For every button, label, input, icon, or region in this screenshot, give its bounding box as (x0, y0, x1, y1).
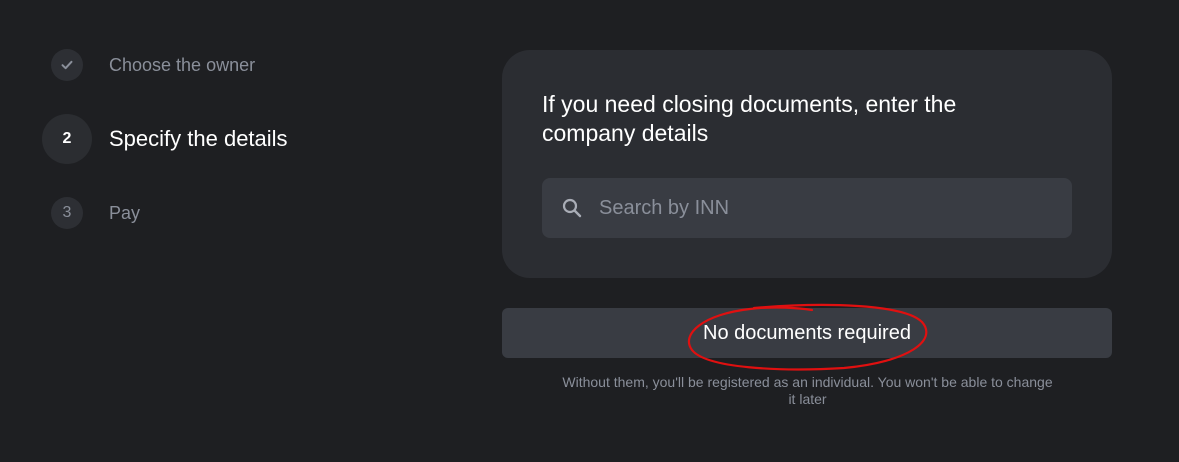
step-specify-details[interactable]: 2 Specify the details (42, 114, 288, 164)
no-documents-required-button[interactable]: No documents required (502, 308, 1112, 358)
inn-search-box[interactable] (542, 178, 1072, 238)
step-label: Specify the details (109, 126, 288, 151)
step-pay[interactable]: 3 Pay (51, 197, 140, 229)
search-icon (562, 198, 582, 218)
no-documents-hint: Without them, you'll be registered as an… (562, 374, 1053, 407)
no-documents-label: No documents required (703, 321, 911, 344)
step-label: Choose the owner (109, 54, 256, 75)
step-number-badge: 3 (51, 197, 83, 229)
step-number-badge: 2 (42, 114, 92, 164)
step-done-badge (51, 49, 83, 81)
check-icon (61, 60, 73, 70)
company-details-card: If you need closing documents, enter the… (502, 50, 1112, 278)
step-label: Pay (109, 202, 141, 223)
step-choose-owner[interactable]: Choose the owner (51, 49, 255, 81)
inn-search-input[interactable] (597, 195, 1041, 221)
card-title: If you need closing documents, enter the… (542, 91, 957, 146)
